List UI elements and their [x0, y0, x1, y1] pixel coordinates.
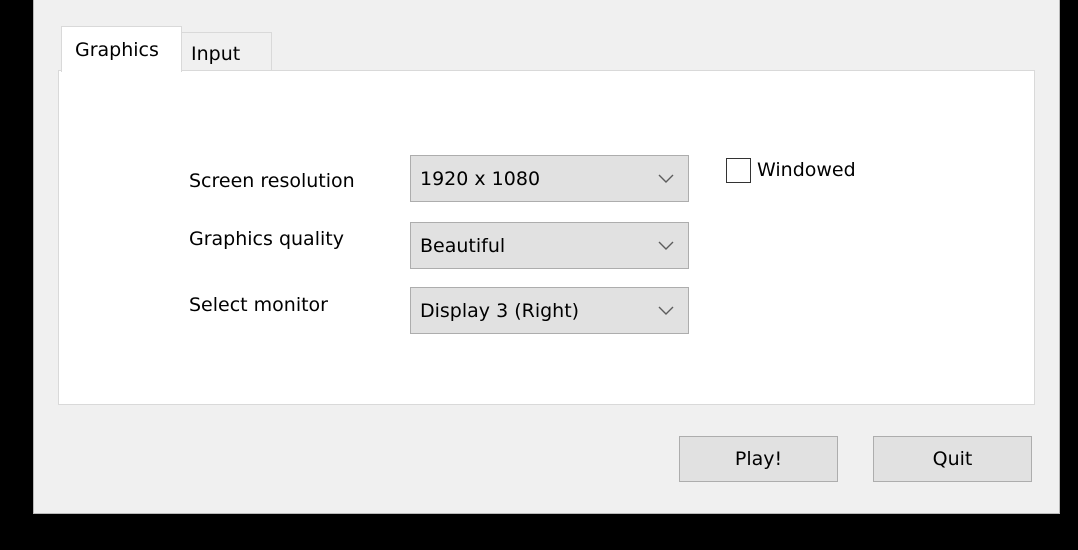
windowed-label[interactable]: Windowed: [757, 159, 856, 181]
chevron-down-icon: [658, 306, 674, 315]
tab-graphics[interactable]: Graphics: [61, 26, 182, 72]
windowed-checkbox[interactable]: [726, 158, 751, 183]
screen-resolution-select[interactable]: 1920 x 1080: [410, 155, 689, 202]
launcher-dialog: Graphics Input Screen resolution 1920 x …: [33, 0, 1060, 514]
select-monitor-select[interactable]: Display 3 (Right): [410, 287, 689, 334]
graphics-quality-value: Beautiful: [420, 235, 506, 257]
tab-input-label: Input: [191, 43, 241, 65]
graphics-quality-label: Graphics quality: [189, 228, 344, 250]
select-monitor-label: Select monitor: [189, 294, 328, 316]
play-button[interactable]: Play!: [679, 436, 838, 482]
screen-resolution-label: Screen resolution: [189, 170, 355, 192]
graphics-quality-select[interactable]: Beautiful: [410, 222, 689, 269]
tab-graphics-label: Graphics: [75, 39, 159, 61]
tab-input[interactable]: Input: [181, 32, 272, 71]
chevron-down-icon: [658, 241, 674, 250]
screen-resolution-value: 1920 x 1080: [420, 168, 541, 190]
quit-button[interactable]: Quit: [873, 436, 1032, 482]
graphics-tab-panel: Screen resolution 1920 x 1080 Graphics q…: [58, 70, 1035, 405]
select-monitor-value: Display 3 (Right): [420, 300, 580, 322]
chevron-down-icon: [658, 174, 674, 183]
